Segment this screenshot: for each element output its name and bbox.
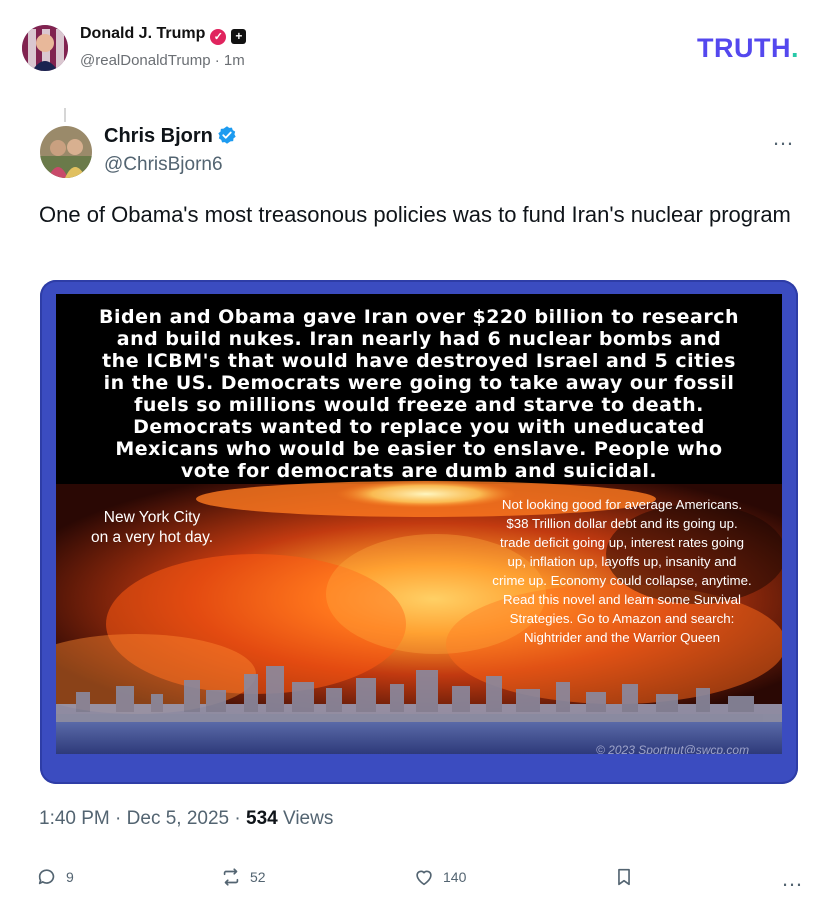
quoted-avatar[interactable] xyxy=(40,126,92,178)
truth-logo-dot: . xyxy=(790,33,799,63)
separator-dot: · xyxy=(115,808,127,829)
meme-right-caption-line: Not looking good for average Americans. xyxy=(501,497,743,512)
meme-right-caption-line: Strategies. Go to Amazon and search: xyxy=(509,611,735,626)
reply-count: 9 xyxy=(66,869,74,885)
repost-button[interactable]: 52 xyxy=(220,866,266,888)
separator-dot: · xyxy=(214,52,224,69)
reply-icon xyxy=(38,869,55,885)
meme-right-caption-line: Nightrider and the Warrior Queen xyxy=(523,630,721,645)
reply-button[interactable]: 9 xyxy=(36,866,74,888)
meme-right-caption-line: crime up. Economy could collapse, anytim… xyxy=(492,573,752,588)
meme-right-caption-line: trade deficit going up, interest rates g… xyxy=(500,535,744,550)
tweet-time[interactable]: 1:40 PM xyxy=(39,808,110,829)
poster-name[interactable]: Donald J. Trump ✓ + xyxy=(80,25,247,45)
meme-copyright: © 2023 Sportnut@swcp.com xyxy=(596,743,750,754)
thread-connector-line xyxy=(64,108,66,122)
meme-right-caption: Not looking good for average Americans. … xyxy=(472,495,772,647)
poster-handle[interactable]: @realDonaldTrump xyxy=(80,52,211,69)
quoted-author-handle[interactable]: @ChrisBjorn6 xyxy=(104,154,223,176)
tweet-date[interactable]: Dec 5, 2025 xyxy=(127,808,229,829)
post-age: 1m xyxy=(223,52,245,69)
meme-headline-line: fuels so millions would freeze and starv… xyxy=(134,394,704,416)
meme-left-caption: New York City on a very hot day. xyxy=(82,508,222,548)
more-options-icon[interactable]: … xyxy=(772,125,795,151)
meme-right-caption-line: Read this novel and learn some Survival xyxy=(503,592,741,607)
bookmark-icon xyxy=(618,868,630,886)
meme-headline-line: Democrats wanted to replace you with une… xyxy=(133,416,705,438)
plus-badge-icon: + xyxy=(231,29,247,44)
meme-headline: Biden and Obama gave Iran over $220 bill… xyxy=(56,306,782,482)
tweet-timestamp[interactable]: 1:40 PM · Dec 5, 2025 · 534 Views xyxy=(39,808,333,830)
views-count: 534 xyxy=(246,808,278,829)
meme-image-content: Biden and Obama gave Iran over $220 bill… xyxy=(56,294,782,754)
meme-headline-line: Mexicans who would be easier to enslave.… xyxy=(115,438,723,460)
separator-dot: · xyxy=(234,808,247,829)
meme-left-caption-line: on a very hot day. xyxy=(90,529,214,546)
repost-count: 52 xyxy=(250,869,266,885)
quoted-tweet-text: One of Obama's most treasonous policies … xyxy=(39,202,791,227)
poster-handle-row: @realDonaldTrump · 1m xyxy=(80,52,245,69)
bookmark-button[interactable] xyxy=(613,866,643,888)
repost-icon xyxy=(223,868,239,886)
heart-icon xyxy=(416,870,432,886)
truth-logo-text: TRUTH xyxy=(697,33,791,63)
more-actions-icon[interactable]: … xyxy=(781,866,804,892)
meme-right-caption-line: up, inflation up, layoffs up, insanity a… xyxy=(507,554,737,569)
views-label: Views xyxy=(283,808,334,829)
meme-right-caption-line: $38 Trillion dollar debt and its going u… xyxy=(506,516,738,531)
quoted-author-name-text[interactable]: Chris Bjorn xyxy=(104,125,213,147)
truth-social-logo[interactable]: TRUTH. xyxy=(697,33,799,64)
quoted-author-name[interactable]: Chris Bjorn xyxy=(104,125,237,148)
meme-left-caption-line: New York City xyxy=(103,509,201,526)
verified-check-icon xyxy=(218,126,236,144)
meme-headline-line: and build nukes. Iran nearly had 6 nucle… xyxy=(116,328,722,350)
like-count: 140 xyxy=(443,869,467,885)
meme-headline-line: vote for democrats are dumb and suicidal… xyxy=(180,460,658,482)
poster-name-text[interactable]: Donald J. Trump xyxy=(80,25,205,42)
meme-headline-line: Biden and Obama gave Iran over $220 bill… xyxy=(98,306,740,328)
meme-headline-line: the ICBM's that would have destroyed Isr… xyxy=(102,350,736,372)
meme-headline-line: in the US. Democrats were going to take … xyxy=(103,372,735,394)
meme-image[interactable]: Biden and Obama gave Iran over $220 bill… xyxy=(40,280,798,784)
like-button[interactable]: 140 xyxy=(413,866,466,888)
poster-avatar[interactable] xyxy=(22,25,68,71)
verified-badge-icon: ✓ xyxy=(210,29,227,45)
